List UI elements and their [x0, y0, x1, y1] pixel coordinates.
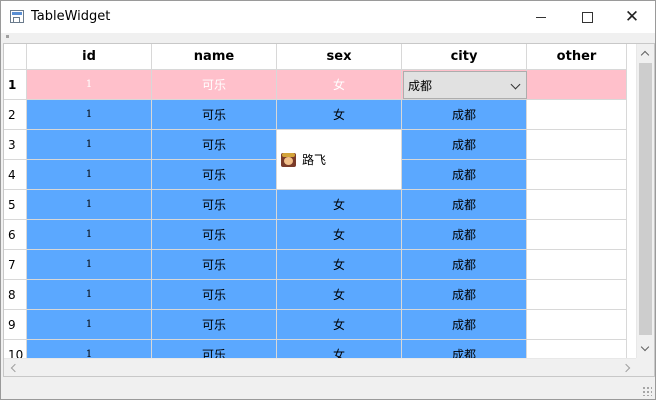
vertical-scrollbar[interactable]	[636, 44, 654, 358]
close-button[interactable]: ✕	[609, 1, 655, 33]
cell-city[interactable]: 成都	[402, 220, 527, 250]
cell-sex[interactable]: 女	[277, 280, 402, 310]
table-row[interactable]: 1 可乐 女 成都	[27, 190, 627, 220]
cell-id[interactable]: 1	[27, 250, 152, 280]
table-row[interactable]: 1 可乐 女 成都	[27, 250, 627, 280]
app-window-icon	[10, 10, 24, 23]
cell-city[interactable]: 成都	[402, 160, 527, 190]
row-header[interactable]: 6	[4, 220, 27, 250]
row-header[interactable]: 8	[4, 280, 27, 310]
row-header[interactable]: 9	[4, 310, 27, 340]
cell-name[interactable]: 可乐	[152, 220, 277, 250]
row-header-column: 1 2 3 4 5 6 7 8 9 10	[4, 70, 27, 370]
table-row[interactable]: 1 可乐 女 成都	[27, 100, 627, 130]
cell-id[interactable]: 1	[27, 160, 152, 190]
cell-name[interactable]: 可乐	[152, 280, 277, 310]
minimize-icon	[536, 16, 546, 18]
row-header[interactable]: 5	[4, 190, 27, 220]
cell-name[interactable]: 可乐	[152, 70, 277, 100]
cell-sex[interactable]: 女	[277, 70, 402, 100]
toolbar-strip	[1, 33, 655, 43]
cell-id[interactable]: 1	[27, 280, 152, 310]
scroll-up-icon[interactable]	[640, 50, 650, 60]
luffy-avatar-icon	[281, 152, 296, 167]
cell-name[interactable]: 可乐	[152, 130, 277, 160]
merged-cell-text: 路飞	[302, 153, 327, 167]
city-combo-box[interactable]: 成都	[403, 71, 527, 99]
cell-id[interactable]: 1	[27, 70, 152, 100]
scroll-down-icon[interactable]	[640, 342, 650, 352]
table-row[interactable]: 1 可乐 女 成都	[27, 280, 627, 310]
cell-sex[interactable]: 女	[277, 190, 402, 220]
cell-sex[interactable]: 女	[277, 250, 402, 280]
cell-other[interactable]	[527, 220, 627, 250]
horizontal-scrollbar[interactable]	[4, 358, 636, 376]
column-header-sex[interactable]: sex	[277, 44, 402, 70]
close-icon: ✕	[624, 6, 640, 27]
cell-name[interactable]: 可乐	[152, 190, 277, 220]
cell-id[interactable]: 1	[27, 100, 152, 130]
cell-other[interactable]	[527, 70, 627, 100]
cell-city[interactable]: 成都	[402, 250, 527, 280]
column-header-other[interactable]: other	[527, 44, 627, 70]
cell-city[interactable]: 成都	[402, 280, 527, 310]
row-header[interactable]: 4	[4, 160, 27, 190]
toolbar-handle-icon[interactable]	[6, 35, 9, 38]
table-row[interactable]: 1 可乐 女 成都	[27, 70, 627, 100]
cell-other[interactable]	[527, 310, 627, 340]
table-corner-button[interactable]	[4, 44, 27, 70]
cell-sex[interactable]: 女	[277, 310, 402, 340]
row-header[interactable]: 7	[4, 250, 27, 280]
cell-city[interactable]: 成都	[402, 100, 527, 130]
cell-name[interactable]: 可乐	[152, 160, 277, 190]
column-header-id[interactable]: id	[27, 44, 152, 70]
chevron-down-icon[interactable]	[510, 79, 521, 90]
maximize-button[interactable]	[564, 1, 610, 33]
cell-id[interactable]: 1	[27, 190, 152, 220]
cell-name[interactable]: 可乐	[152, 250, 277, 280]
status-bar	[1, 378, 655, 399]
row-header[interactable]: 3	[4, 130, 27, 160]
row-header[interactable]: 2	[4, 100, 27, 130]
scrollbar-corner	[636, 358, 654, 376]
combo-selected-value: 成都	[408, 78, 433, 93]
cell-sex[interactable]: 女	[277, 220, 402, 250]
table-row[interactable]: 1 可乐 女 成都	[27, 310, 627, 340]
cell-name[interactable]: 可乐	[152, 310, 277, 340]
scroll-left-icon[interactable]	[10, 363, 20, 373]
cell-name[interactable]: 可乐	[152, 100, 277, 130]
row-header[interactable]: 1	[4, 70, 27, 100]
column-header-name[interactable]: name	[152, 44, 277, 70]
column-header-row: id name sex city other	[27, 44, 627, 70]
cell-city[interactable]: 成都	[402, 310, 527, 340]
main-window: TableWidget ✕ id name sex city other 1 2…	[0, 0, 656, 400]
column-header-city[interactable]: city	[402, 44, 527, 70]
cell-other[interactable]	[527, 250, 627, 280]
merged-cell-luffy[interactable]: 路飞	[277, 130, 402, 190]
resize-grip-icon[interactable]	[642, 386, 652, 396]
table-body: 1 可乐 女 成都 1 可乐 女 成都 1 可乐 成都 1 可乐 成都 1 可乐…	[27, 70, 627, 370]
minimize-button[interactable]	[518, 1, 564, 33]
vertical-scroll-thumb[interactable]	[639, 63, 652, 335]
cell-other[interactable]	[527, 160, 627, 190]
cell-other[interactable]	[527, 130, 627, 160]
scroll-right-icon[interactable]	[621, 363, 631, 373]
window-title: TableWidget	[31, 9, 111, 24]
cell-id[interactable]: 1	[27, 130, 152, 160]
cell-id[interactable]: 1	[27, 310, 152, 340]
maximize-icon	[581, 11, 593, 23]
cell-id[interactable]: 1	[27, 220, 152, 250]
cell-other[interactable]	[527, 280, 627, 310]
cell-other[interactable]	[527, 190, 627, 220]
table-row[interactable]: 1 可乐 女 成都	[27, 220, 627, 250]
cell-sex[interactable]: 女	[277, 100, 402, 130]
cell-other[interactable]	[527, 100, 627, 130]
cell-city[interactable]: 成都	[402, 130, 527, 160]
table-widget[interactable]: id name sex city other 1 2 3 4 5 6 7 8 9…	[3, 43, 655, 377]
title-bar[interactable]: TableWidget ✕	[1, 1, 655, 33]
cell-city[interactable]: 成都	[402, 190, 527, 220]
